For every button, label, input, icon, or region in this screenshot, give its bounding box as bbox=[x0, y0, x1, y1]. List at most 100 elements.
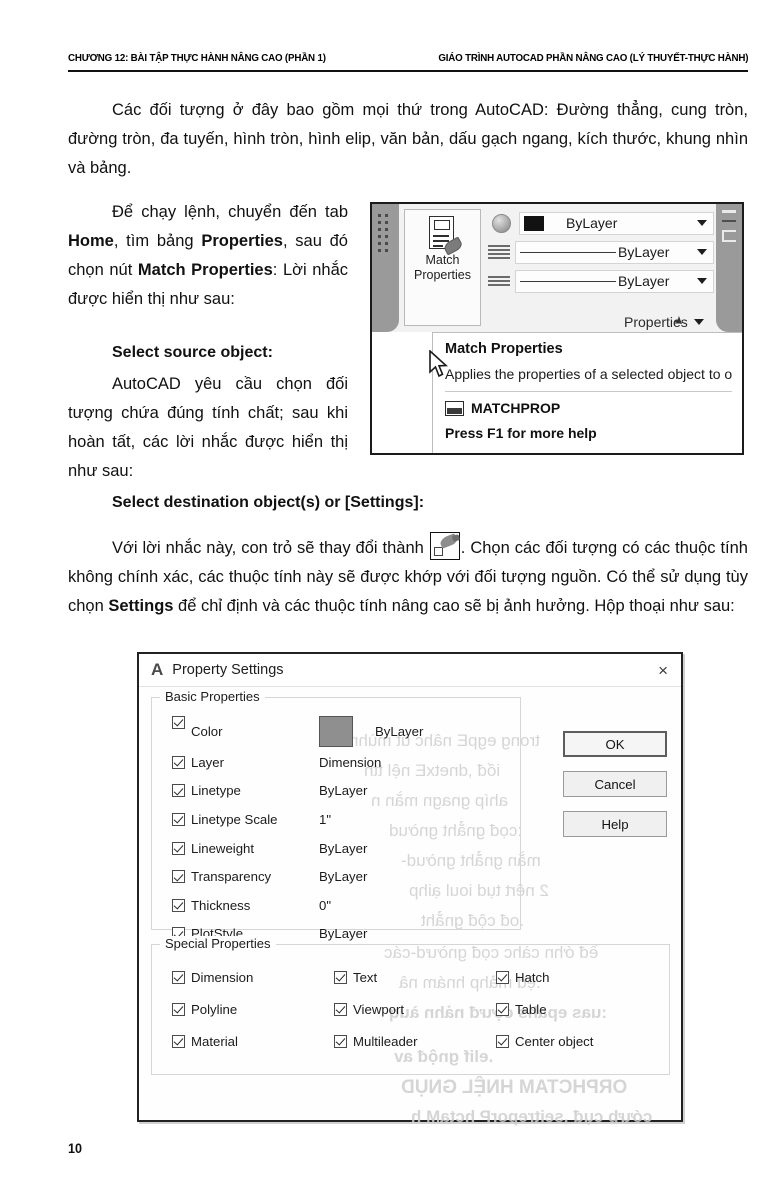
brush-shape-icon bbox=[438, 533, 459, 549]
special-property-multileader[interactable]: Multileader bbox=[334, 1025, 496, 1057]
tooltip-help-hint: Press F1 for more help bbox=[445, 425, 597, 441]
label-linetype-scale: Linetype Scale bbox=[191, 811, 278, 827]
basic-property-row-transparency: Transparency ByLayer bbox=[162, 862, 510, 891]
basic-property-row-thickness: Thickness 0" bbox=[162, 891, 510, 920]
object-color-value: ByLayer bbox=[566, 215, 618, 231]
prompt-select-source-object: Select source object: bbox=[112, 344, 273, 361]
ribbon-panel-grip[interactable] bbox=[372, 204, 399, 332]
value-transparency: ByLayer bbox=[319, 869, 368, 885]
cancel-button[interactable]: Cancel bbox=[563, 771, 667, 797]
chevron-down-icon[interactable] bbox=[697, 220, 707, 226]
label-table: Table bbox=[515, 1001, 547, 1017]
tooltip-description: Applies the properties of a selected obj… bbox=[445, 366, 732, 382]
tooltip-divider bbox=[445, 391, 732, 392]
label-lineweight: Lineweight bbox=[191, 840, 255, 856]
checkbox-multileader[interactable] bbox=[334, 1034, 347, 1048]
match-properties-tooltip: Match Properties Applies the properties … bbox=[432, 332, 742, 453]
chevron-down-icon[interactable] bbox=[697, 249, 707, 255]
checkbox-dimension[interactable] bbox=[172, 970, 185, 984]
basic-property-row-lineweight: Lineweight ByLayer bbox=[162, 834, 510, 863]
checkbox-center-object[interactable] bbox=[496, 1034, 509, 1048]
checkbox-table[interactable] bbox=[496, 1002, 509, 1016]
basic-property-row-linetype: Linetype ByLayer bbox=[162, 777, 510, 806]
checkbox-polyline[interactable] bbox=[172, 1002, 185, 1016]
value-thickness: 0" bbox=[319, 897, 332, 913]
color-swatch[interactable] bbox=[319, 716, 353, 747]
page-number: 10 bbox=[68, 1140, 83, 1156]
help-button[interactable]: Help bbox=[563, 811, 667, 837]
checkbox-viewport[interactable] bbox=[334, 1002, 347, 1016]
document-page: CHƯƠNG 12: BÀI TẬP THỰC HÀNH NÂNG CAO (P… bbox=[0, 0, 757, 1200]
grip-dot-row bbox=[378, 235, 388, 238]
command-line-icon bbox=[445, 400, 464, 416]
label-center-object: Center object bbox=[515, 1033, 594, 1049]
special-property-dimension[interactable]: Dimension bbox=[172, 961, 334, 993]
ghost-text: cớưb cụđ ,seitreporP hctaM h bbox=[411, 1107, 653, 1126]
checkbox-layer[interactable] bbox=[172, 755, 185, 769]
chevron-down-icon[interactable] bbox=[693, 319, 704, 325]
value-linetype: ByLayer bbox=[319, 783, 368, 799]
special-property-text[interactable]: Text bbox=[334, 961, 496, 993]
checkbox-thickness[interactable] bbox=[172, 898, 185, 912]
grip-dot-row bbox=[378, 228, 388, 231]
prompt-select-destination-object: Select destination object(s) or [Setting… bbox=[112, 494, 425, 511]
label-transparency: Transparency bbox=[191, 869, 272, 885]
label-thickness: Thickness bbox=[191, 897, 251, 913]
header-book-title: GIÁO TRÌNH AUTOCAD PHẦN NÂNG CAO (LÝ THU… bbox=[438, 52, 748, 64]
lineweight-combo[interactable]: ByLayer bbox=[515, 269, 714, 293]
ok-button[interactable]: OK bbox=[563, 731, 667, 757]
basic-property-row-linetype-scale: Linetype Scale 1" bbox=[162, 805, 510, 834]
label-linetype: Linetype bbox=[191, 783, 241, 799]
ribbon-color-row: ByLayer bbox=[488, 210, 714, 236]
color-swatch bbox=[524, 215, 544, 231]
value-layer: Dimension bbox=[319, 754, 382, 770]
checkbox-material[interactable] bbox=[172, 1034, 185, 1048]
pickbox-icon bbox=[433, 547, 443, 556]
label-hatch: Hatch bbox=[515, 969, 550, 985]
label-color: Color bbox=[191, 724, 223, 739]
checkbox-linetype[interactable] bbox=[172, 784, 185, 798]
ribbon-properties-panel: Match Properties ByLayer ByLayer ByLayer… bbox=[372, 204, 742, 378]
p4-text-3: để chỉ định và các thuộc tính nâng cao s… bbox=[173, 597, 735, 615]
checkbox-linetype-scale[interactable] bbox=[172, 812, 185, 826]
match-properties-label-line1: Match bbox=[425, 253, 460, 267]
special-property-viewport[interactable]: Viewport bbox=[334, 993, 496, 1025]
header-divider bbox=[68, 70, 748, 72]
p2-text-2: , tìm bảng bbox=[113, 232, 202, 250]
p2-text-1: Để chạy lệnh, chuyển đến tab bbox=[112, 203, 348, 221]
special-properties-grid: Dimension Text Hatch Polyline Viewport T… bbox=[162, 959, 659, 1057]
grip-dot-row bbox=[378, 221, 388, 224]
object-color-combo[interactable]: ByLayer bbox=[519, 211, 714, 235]
label-polyline: Polyline bbox=[191, 1001, 238, 1017]
match-layer-icon[interactable] bbox=[722, 210, 736, 222]
special-property-polyline[interactable]: Polyline bbox=[172, 993, 334, 1025]
close-icon[interactable]: × bbox=[655, 662, 671, 679]
label-viewport: Viewport bbox=[353, 1001, 405, 1017]
chevron-down-icon[interactable] bbox=[697, 278, 707, 284]
linetype-combo[interactable]: ByLayer bbox=[515, 240, 714, 264]
linetype-sample bbox=[520, 251, 616, 253]
properties-panel-title[interactable]: Properties bbox=[624, 314, 704, 330]
dialog-body: trong egpE nâhc ùt mùhn iốđ ,dnetxE nệl … bbox=[139, 687, 681, 1126]
label-material: Material bbox=[191, 1033, 238, 1049]
match-properties-ribbon-button[interactable]: Match Properties bbox=[404, 209, 481, 326]
label-text: Text bbox=[353, 969, 378, 985]
checkbox-lineweight[interactable] bbox=[172, 841, 185, 855]
special-property-table[interactable]: Table bbox=[496, 993, 659, 1025]
value-linetype-scale: 1" bbox=[319, 811, 332, 827]
sheet-window-icon bbox=[433, 220, 450, 230]
checkbox-text[interactable] bbox=[334, 970, 347, 984]
ghost-text: ORPHCTAM HNỆL GNỤD bbox=[401, 1077, 628, 1098]
checkbox-hatch[interactable] bbox=[496, 970, 509, 984]
checkbox-transparency[interactable] bbox=[172, 870, 185, 884]
special-property-center-object[interactable]: Center object bbox=[496, 1025, 659, 1057]
special-property-material[interactable]: Material bbox=[172, 1025, 334, 1057]
properties-palette-icon[interactable] bbox=[722, 230, 736, 242]
grip-dot-row bbox=[378, 242, 388, 245]
special-properties-group: Special Properties Dimension Text Hatch … bbox=[151, 936, 670, 1075]
basic-property-row-color: Color ByLayer bbox=[162, 712, 510, 752]
special-property-hatch[interactable]: Hatch bbox=[496, 961, 659, 993]
basic-properties-group: Basic Properties Color ByLayer Layer Dim… bbox=[151, 689, 521, 941]
checkbox-color[interactable] bbox=[172, 716, 185, 729]
paragraph-cursor-change: Với lời nhắc này, con trỏ sẽ thay đổi th… bbox=[68, 532, 748, 621]
